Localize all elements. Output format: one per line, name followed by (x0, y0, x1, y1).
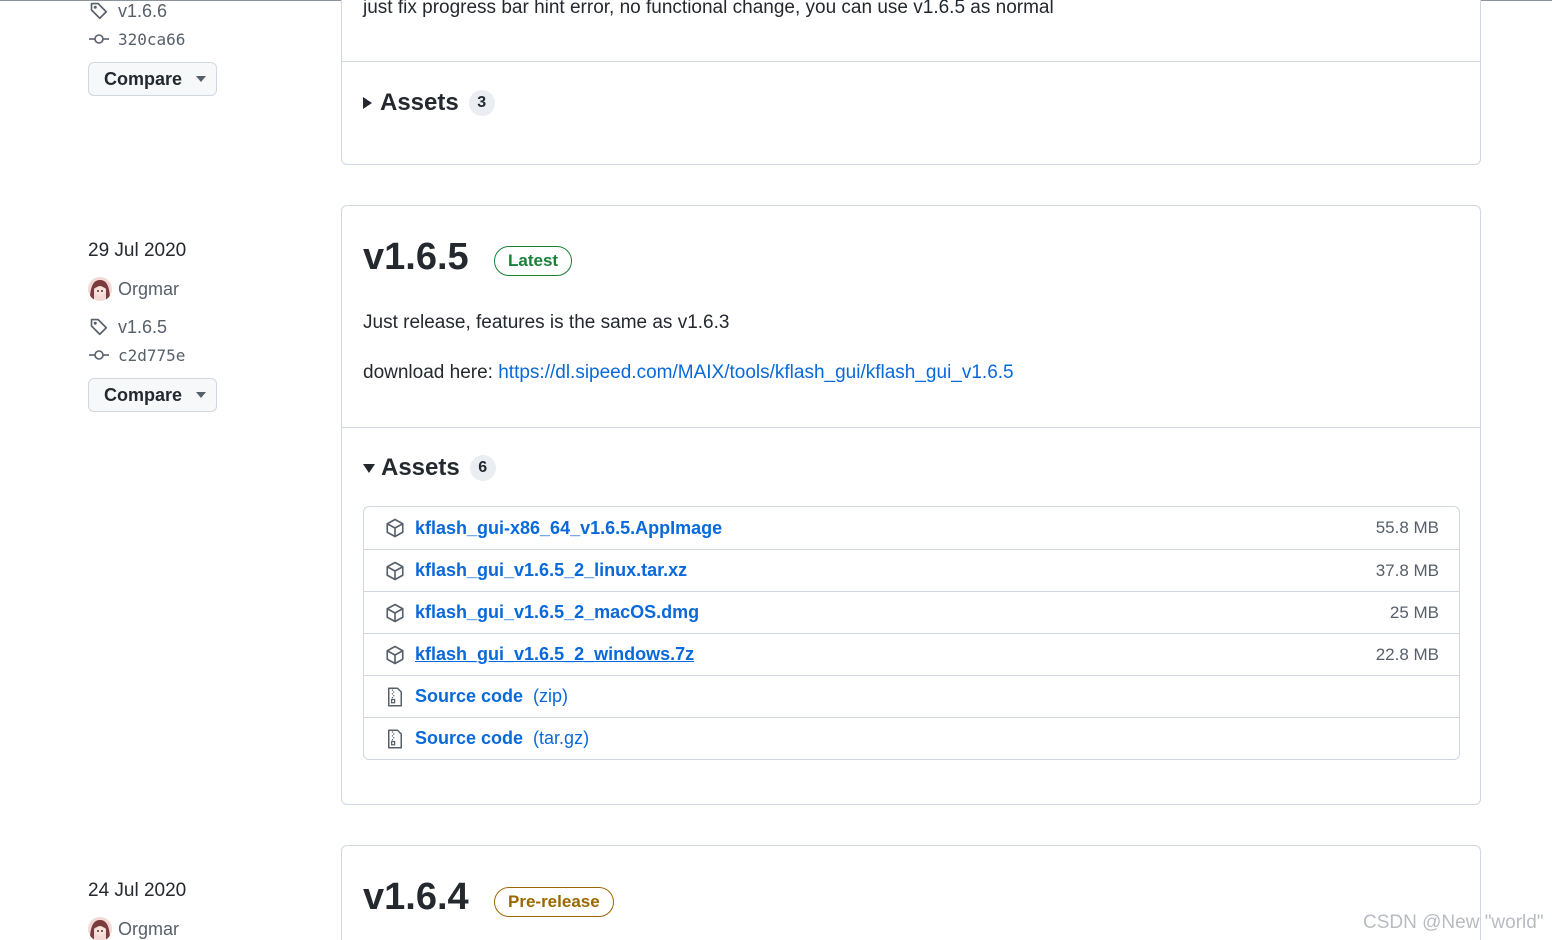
assets-toggle[interactable]: Assets 3 (363, 89, 495, 117)
download-line: download here: https://dl.sipeed.com/MAI… (363, 362, 1014, 384)
author-row[interactable]: Orgmar (88, 916, 328, 940)
source-code-format[interactable]: (tar.gz) (533, 728, 589, 749)
download-link[interactable]: https://dl.sipeed.com/MAIX/tools/kflash_… (498, 362, 1013, 383)
compare-label: Compare (104, 68, 183, 89)
release-date: 24 Jul 2020 (88, 880, 187, 901)
compare-label: Compare (104, 384, 183, 405)
next-release-meta: 24 Jul 2020 Orgmar (88, 878, 328, 940)
prev-release-meta: v1.6.6 320ca66 Compare (88, 0, 328, 96)
package-icon (384, 644, 406, 666)
release-card: v1.6.5 Latest Just release, features is … (341, 205, 1481, 805)
download-prefix: download here: (363, 362, 499, 383)
asset-row[interactable]: Source code (zip) (364, 675, 1459, 717)
latest-badge: Latest (494, 246, 573, 276)
commit-icon (88, 28, 110, 50)
asset-size: 37.8 MB (1375, 560, 1439, 580)
compare-button[interactable]: Compare (88, 62, 217, 96)
avatar[interactable] (88, 277, 112, 301)
prev-release-card: just fix progress bar hint error, no fun… (341, 0, 1481, 165)
package-icon (384, 602, 406, 624)
caret-down-icon (363, 463, 375, 473)
asset-row[interactable]: kflash_gui-x86_64_v1.6.5.AppImage 55.8 M… (364, 507, 1459, 549)
next-release-card: v1.6.4 Pre-release (341, 845, 1481, 940)
asset-row[interactable]: kflash_gui_v1.6.5_2_linux.tar.xz 37.8 MB (364, 549, 1459, 591)
asset-size: 55.8 MB (1375, 518, 1439, 537)
asset-link[interactable]: kflash_gui_v1.6.5_2_windows.7z (415, 644, 694, 665)
release-description: just fix progress bar hint error, no fun… (363, 0, 1054, 18)
prerelease-badge: Pre-release (494, 887, 614, 917)
chevron-down-icon (196, 76, 207, 82)
commit-row[interactable]: c2d775e (88, 342, 328, 368)
release-meta: 29 Jul 2020 Orgmar v1.6.5 c2d775e Compar… (88, 238, 328, 412)
release-title[interactable]: v1.6.4 (363, 876, 469, 919)
package-icon (384, 517, 406, 539)
tag-icon (88, 316, 110, 338)
tag-row[interactable]: v1.6.6 (88, 0, 328, 24)
commit-label[interactable]: 320ca66 (118, 30, 185, 49)
commit-icon (88, 344, 110, 366)
compare-button[interactable]: Compare (88, 378, 217, 412)
tag-label[interactable]: v1.6.5 (118, 317, 167, 338)
source-code-link[interactable]: Source code (415, 728, 523, 749)
asset-link[interactable]: kflash_gui_v1.6.5_2_macOS.dmg (415, 602, 699, 623)
assets-count: 3 (468, 90, 495, 116)
asset-link[interactable]: kflash_gui-x86_64_v1.6.5.AppImage (415, 518, 722, 539)
author-name[interactable]: Orgmar (118, 919, 179, 940)
card-divider (342, 61, 1480, 62)
source-code-link[interactable]: Source code (415, 686, 523, 707)
assets-list: kflash_gui-x86_64_v1.6.5.AppImage 55.8 M… (363, 506, 1460, 760)
assets-count: 6 (469, 455, 496, 481)
asset-row[interactable]: kflash_gui_v1.6.5_2_macOS.dmg 25 MB (364, 591, 1459, 633)
asset-row[interactable]: Source code (tar.gz) (364, 717, 1459, 759)
author-row[interactable]: Orgmar (88, 276, 328, 302)
source-code-format[interactable]: (zip) (533, 686, 568, 707)
file-zip-icon (384, 728, 406, 750)
releases-page: v1.6.6 320ca66 Compare just fix progress… (0, 0, 1552, 940)
watermark: CSDN @New "world" (1363, 912, 1544, 933)
card-divider (342, 427, 1480, 428)
commit-row[interactable]: 320ca66 (88, 26, 328, 52)
asset-size: 25 MB (1389, 602, 1439, 622)
tag-icon (88, 0, 110, 22)
caret-right-icon (363, 97, 372, 109)
asset-link[interactable]: kflash_gui_v1.6.5_2_linux.tar.xz (415, 560, 687, 581)
tag-label[interactable]: v1.6.6 (118, 1, 167, 22)
avatar[interactable] (88, 917, 112, 940)
file-zip-icon (384, 686, 406, 708)
package-icon (384, 560, 406, 582)
release-description: Just release, features is the same as v1… (363, 312, 730, 333)
commit-label[interactable]: c2d775e (118, 346, 185, 365)
assets-label: Assets (380, 89, 459, 116)
chevron-down-icon (196, 392, 207, 398)
release-title[interactable]: v1.6.5 (363, 236, 469, 279)
assets-label: Assets (381, 454, 460, 481)
assets-toggle[interactable]: Assets 6 (363, 454, 496, 482)
asset-size: 22.8 MB (1375, 644, 1439, 664)
author-name[interactable]: Orgmar (118, 279, 179, 300)
release-date: 29 Jul 2020 (88, 240, 187, 261)
asset-row[interactable]: kflash_gui_v1.6.5_2_windows.7z 22.8 MB (364, 633, 1459, 675)
tag-row[interactable]: v1.6.5 (88, 314, 328, 340)
